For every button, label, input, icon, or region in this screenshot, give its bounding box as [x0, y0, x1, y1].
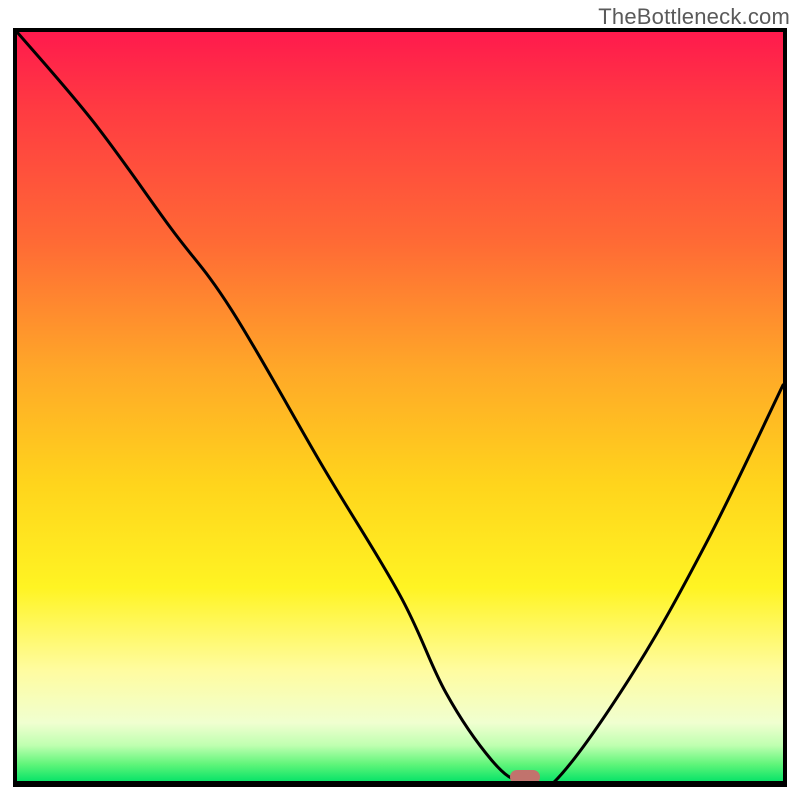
- watermark-text: TheBottleneck.com: [598, 4, 790, 30]
- plot-frame: [13, 28, 787, 787]
- x-axis-rule: [17, 781, 783, 783]
- chart-container: TheBottleneck.com: [0, 0, 800, 800]
- plot-background-gradient: [17, 32, 783, 783]
- plot-area: [17, 32, 783, 783]
